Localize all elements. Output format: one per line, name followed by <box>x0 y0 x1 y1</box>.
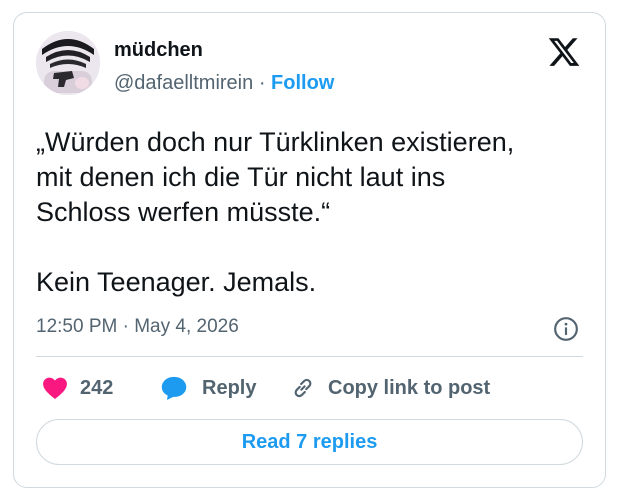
display-name[interactable]: müdchen <box>114 39 203 62</box>
x-logo-icon[interactable] <box>547 35 581 69</box>
avatar[interactable] <box>36 31 100 95</box>
reply-button[interactable]: Reply <box>160 373 256 403</box>
reply-label: Reply <box>202 376 257 399</box>
timestamp[interactable]: 12:50 PM · May 4, 2026 <box>36 316 239 338</box>
handle[interactable]: @dafaelltmirein <box>114 72 253 94</box>
separator-dot: · <box>258 72 266 94</box>
info-icon[interactable] <box>553 316 579 342</box>
heart-icon <box>42 376 68 400</box>
copy-link-label: Copy link to post <box>328 376 491 399</box>
follow-button[interactable]: Follow <box>271 72 334 94</box>
tweet-text: „Würden doch nur Türklinken existieren, … <box>36 127 515 297</box>
reply-bubble-icon <box>160 375 188 401</box>
read-replies-button[interactable]: Read 7 replies <box>36 419 583 465</box>
link-icon <box>290 375 316 401</box>
copy-link-button[interactable]: Copy link to post <box>290 373 490 403</box>
handle-row: @dafaelltmirein · Follow <box>114 72 334 95</box>
divider <box>36 356 583 357</box>
likes-count: 242 <box>80 376 114 399</box>
tweet-card: müdchen @dafaelltmirein · Follow „Würden… <box>13 12 606 488</box>
like-button[interactable]: 242 <box>42 373 113 403</box>
